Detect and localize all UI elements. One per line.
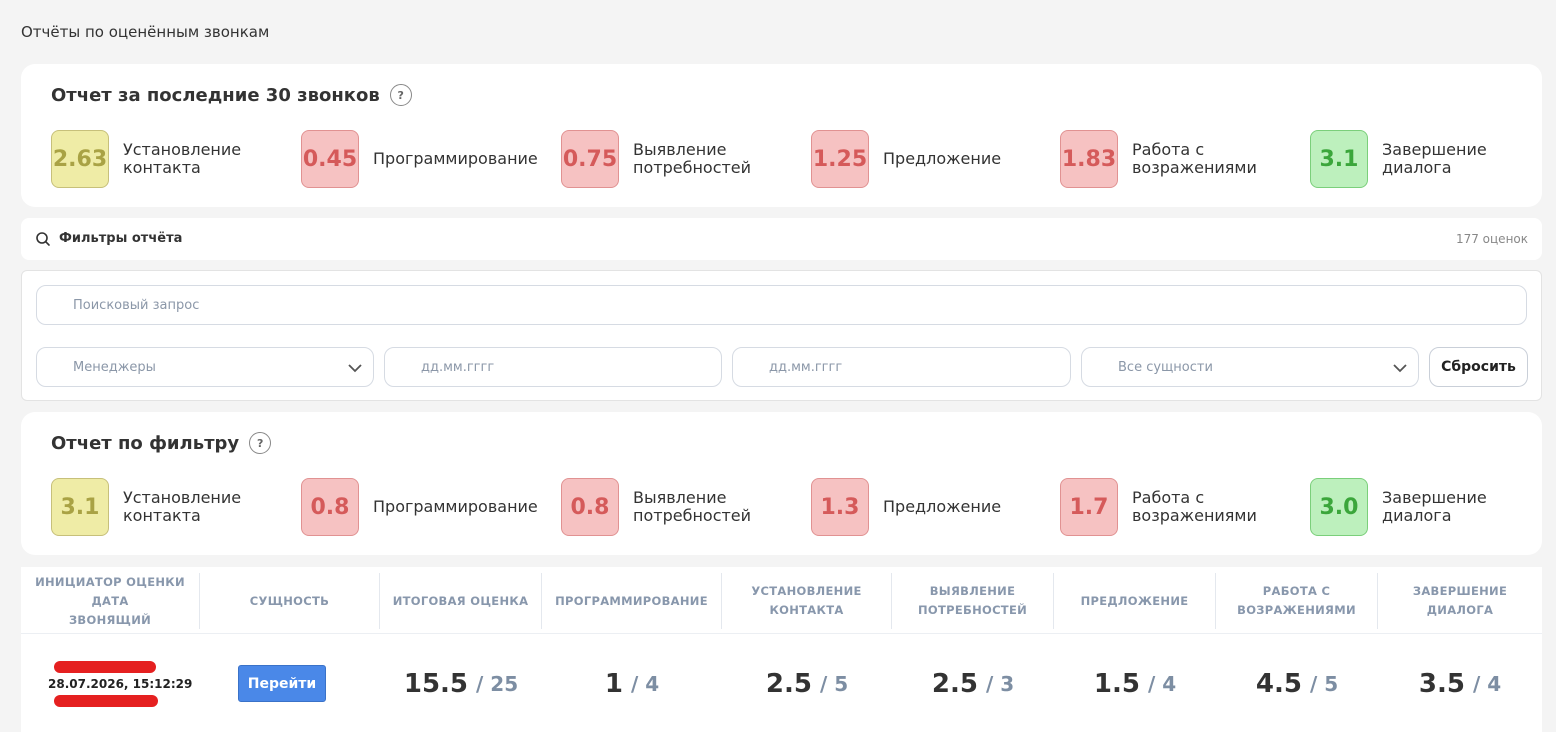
col-contact[interactable]: УСТАНОВЛЕНИЕ КОНТАКТА bbox=[722, 573, 892, 629]
score-value: 2.5 bbox=[931, 668, 978, 699]
page-title: Отчёты по оценённым звонкам bbox=[21, 23, 270, 41]
col-closing[interactable]: ЗАВЕРШЕНИЕ ДИАЛОГА bbox=[1378, 573, 1542, 629]
metric-objections: 1.83 Работа с возражениями bbox=[1060, 130, 1272, 188]
total-score-cell: 15.5 / 25 bbox=[380, 635, 542, 732]
chevron-down-icon bbox=[348, 364, 362, 373]
score-badge: 2.63 bbox=[51, 130, 109, 188]
redaction-mark bbox=[54, 661, 156, 673]
score-max: / 5 bbox=[819, 671, 849, 696]
go-button[interactable]: Перейти bbox=[238, 665, 326, 702]
score-value: 15.5 bbox=[403, 668, 469, 699]
col-offer[interactable]: ПРЕДЛОЖЕНИЕ bbox=[1054, 573, 1216, 629]
metric-offer: 1.3 Предложение bbox=[811, 478, 1023, 536]
metric-programming: 0.45 Программирование bbox=[301, 130, 553, 188]
metric-needs: 0.75 Выявление потребностей bbox=[561, 130, 773, 188]
score-value: 4.5 bbox=[1255, 668, 1302, 699]
score-badge: 3.0 bbox=[1310, 478, 1368, 536]
metric-closing: 3.0 Завершение диалога bbox=[1310, 478, 1522, 536]
col-needs[interactable]: ВЫЯВЛЕНИЕ ПОТРЕБНОСТЕЙ bbox=[892, 573, 1054, 629]
contact-cell: 2.5 / 5 bbox=[722, 635, 892, 732]
metric-objections: 1.7 Работа с возражениями bbox=[1060, 478, 1272, 536]
search-icon bbox=[36, 232, 50, 246]
score-badge: 0.8 bbox=[561, 478, 619, 536]
metric-label: Установление контакта bbox=[123, 488, 242, 525]
score-max: / 25 bbox=[476, 671, 519, 696]
score-max: / 4 bbox=[1147, 671, 1177, 696]
col-objections[interactable]: РАБОТА С ВОЗРАЖЕНИЯМИ bbox=[1216, 573, 1378, 629]
reset-button[interactable]: Сбросить bbox=[1429, 347, 1528, 387]
search-input[interactable]: Поисковый запрос bbox=[36, 285, 1527, 325]
score-badge: 1.25 bbox=[811, 130, 869, 188]
filters-label: Фильтры отчёта bbox=[59, 231, 183, 246]
metric-label: Выявление потребностей bbox=[633, 140, 752, 177]
metric-offer: 1.25 Предложение bbox=[811, 130, 1023, 188]
score-badge: 3.1 bbox=[1310, 130, 1368, 188]
metric-label: Предложение bbox=[883, 497, 1002, 516]
score-max: / 3 bbox=[985, 671, 1015, 696]
date-from-input[interactable]: дд.мм.гггг bbox=[384, 347, 722, 387]
metric-label: Работа с возражениями bbox=[1132, 140, 1257, 177]
col-programming[interactable]: ПРОГРАММИРОВАНИЕ bbox=[542, 573, 722, 629]
entities-select-value: Все сущности bbox=[1118, 359, 1213, 375]
table-header: ИНИЦИАТОР ОЦЕНКИ ДАТА ЗВОНЯЩИЙ СУЩНОСТЬ … bbox=[21, 567, 1542, 634]
score-max: / 4 bbox=[1472, 671, 1502, 696]
entities-select[interactable]: Все сущности bbox=[1081, 347, 1419, 387]
metric-label: Завершение диалога bbox=[1382, 140, 1487, 177]
date-to-input[interactable]: дд.мм.гггг bbox=[732, 347, 1071, 387]
metric-label: Программирование bbox=[373, 149, 538, 168]
closing-cell: 3.5 / 4 bbox=[1378, 635, 1542, 732]
score-value: 1 bbox=[604, 668, 623, 699]
filters-toggle[interactable]: Фильтры отчёта 177 оценок bbox=[21, 218, 1542, 260]
score-badge: 0.45 bbox=[301, 130, 359, 188]
help-icon[interactable]: ? bbox=[389, 84, 412, 106]
metric-label: Работа с возражениями bbox=[1132, 488, 1257, 525]
score-max: / 5 bbox=[1309, 671, 1339, 696]
report-filter-title: Отчет по фильтру ? bbox=[51, 432, 272, 454]
col-total-score[interactable]: ИТОГОВАЯ ОЦЕНКА bbox=[380, 573, 542, 629]
score-badge: 1.83 bbox=[1060, 130, 1118, 188]
chevron-down-icon bbox=[1393, 364, 1407, 373]
score-value: 1.5 bbox=[1093, 668, 1140, 699]
calls-table: ИНИЦИАТОР ОЦЕНКИ ДАТА ЗВОНЯЩИЙ СУЩНОСТЬ … bbox=[21, 567, 1542, 732]
needs-cell: 2.5 / 3 bbox=[892, 635, 1054, 732]
report-last-30-title: Отчет за последние 30 звонков ? bbox=[51, 84, 412, 106]
entity-cell: Перейти bbox=[200, 635, 364, 732]
score-badge: 3.1 bbox=[51, 478, 109, 536]
redaction-mark bbox=[54, 695, 158, 707]
score-badge: 0.8 bbox=[301, 478, 359, 536]
report-filter-heading: Отчет по фильтру bbox=[51, 432, 240, 454]
metric-needs: 0.8 Выявление потребностей bbox=[561, 478, 773, 536]
report-filter-card: Отчет по фильтру ? 3.1 Установление конт… bbox=[21, 412, 1542, 555]
col-initiator-date-caller[interactable]: ИНИЦИАТОР ОЦЕНКИ ДАТА ЗВОНЯЩИЙ bbox=[21, 573, 200, 629]
ratings-count: 177 оценок bbox=[1455, 232, 1528, 246]
call-datetime: 28.07.2026, 15:12:29 bbox=[48, 677, 193, 691]
col-entity[interactable]: СУЩНОСТЬ bbox=[200, 573, 380, 629]
score-badge: 1.3 bbox=[811, 478, 869, 536]
objections-cell: 4.5 / 5 bbox=[1216, 635, 1378, 732]
managers-select[interactable]: Менеджеры bbox=[36, 347, 374, 387]
programming-cell: 1 / 4 bbox=[542, 635, 722, 732]
help-icon[interactable]: ? bbox=[249, 432, 272, 454]
score-value: 2.5 bbox=[765, 668, 812, 699]
metric-closing: 3.1 Завершение диалога bbox=[1310, 130, 1522, 188]
metric-programming: 0.8 Программирование bbox=[301, 478, 553, 536]
filters-panel: Поисковый запрос Менеджеры дд.мм.гггг дд… bbox=[21, 270, 1542, 401]
metric-contact: 3.1 Установление контакта bbox=[51, 478, 263, 536]
score-badge: 1.7 bbox=[1060, 478, 1118, 536]
score-max: / 4 bbox=[630, 671, 660, 696]
metric-label: Программирование bbox=[373, 497, 538, 516]
report-last-30-card: Отчет за последние 30 звонков ? 2.63 Уст… bbox=[21, 64, 1542, 207]
metric-label: Установление контакта bbox=[123, 140, 242, 177]
metric-label: Предложение bbox=[883, 149, 1002, 168]
score-badge: 0.75 bbox=[561, 130, 619, 188]
report-last-30-heading: Отчет за последние 30 звонков bbox=[51, 84, 380, 106]
metric-label: Завершение диалога bbox=[1382, 488, 1487, 525]
score-value: 3.5 bbox=[1418, 668, 1465, 699]
metric-contact: 2.63 Установление контакта bbox=[51, 130, 263, 188]
metric-label: Выявление потребностей bbox=[633, 488, 752, 525]
managers-select-value: Менеджеры bbox=[73, 359, 156, 375]
offer-cell: 1.5 / 4 bbox=[1054, 635, 1216, 732]
